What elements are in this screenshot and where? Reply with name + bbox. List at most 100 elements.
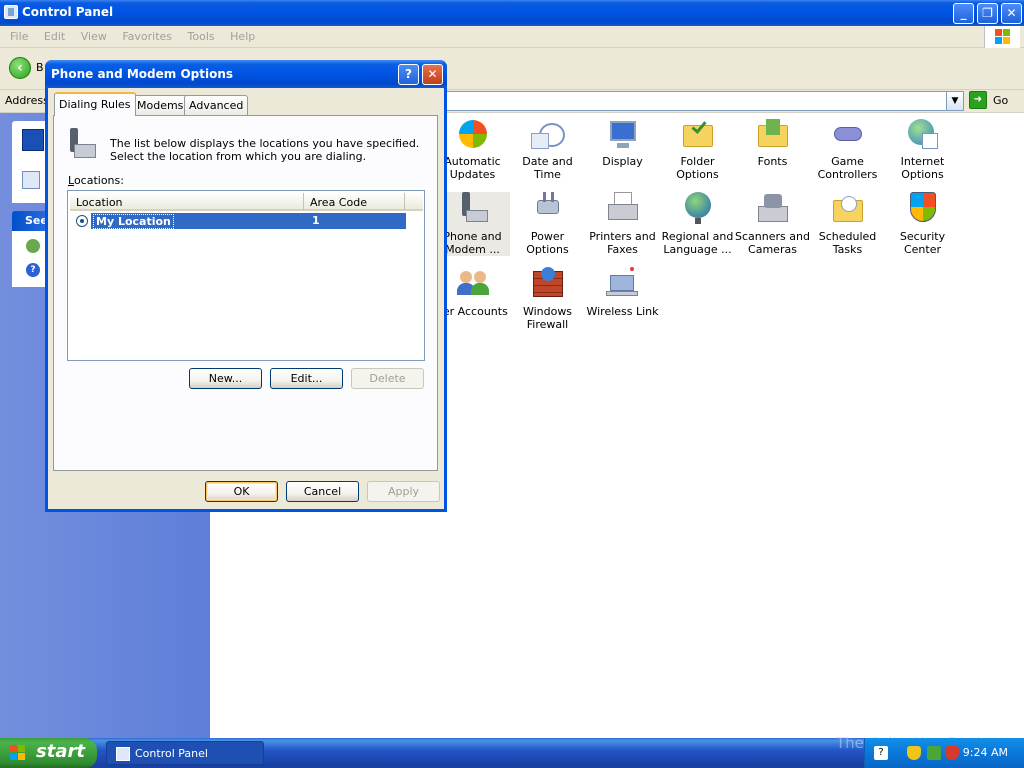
ok-button[interactable]: OK [205,481,278,502]
column-header-location[interactable]: Location [70,193,304,211]
fonts-icon [756,117,790,151]
item-fonts[interactable]: Fonts [735,117,810,168]
windows-flag-icon [10,745,26,761]
item-scheduled-tasks[interactable]: Scheduled Tasks [810,192,885,256]
item-windows-firewall[interactable]: Windows Firewall [510,267,585,331]
see-also-box: ? [12,231,48,287]
menu-bar: File Edit View Favorites Tools Help [0,26,1024,48]
internet-options-icon [906,117,940,151]
item-security-center[interactable]: Security Center [885,192,960,256]
item-game-controllers[interactable]: Game Controllers [810,117,885,181]
scheduled-tasks-icon [831,192,865,226]
display-icon [606,117,640,151]
help-support-icon[interactable]: ? [26,263,40,277]
windows-logo-icon [984,26,1020,48]
date-time-icon [530,117,565,151]
printers-faxes-icon [606,192,640,226]
locations-label-rest: ocations: [73,174,124,187]
control-panel-icon [4,5,18,19]
phone-modem-icon [456,192,490,226]
go-button[interactable]: Go [993,94,1008,107]
menu-favorites[interactable]: Favorites [116,27,178,46]
edit-button[interactable]: Edit... [270,368,343,389]
window-titlebar[interactable]: Control Panel _ ❐ ✕ [0,0,1024,26]
control-panel-box [12,121,48,203]
power-options-icon [531,192,565,226]
cancel-button[interactable]: Cancel [286,481,359,502]
column-header-filler [405,193,423,211]
dialog-titlebar[interactable]: Phone and Modem Options ? ✕ [45,60,447,88]
area-code-cell: 1 [312,214,320,227]
windows-firewall-icon [531,267,565,301]
menu-file[interactable]: File [4,27,34,46]
item-regional-and-language[interactable]: Regional and Language ... [660,192,735,256]
delete-button[interactable]: Delete [351,368,424,389]
tab-advanced[interactable]: Advanced [184,95,249,115]
locations-label: Locations: [68,174,124,187]
address-input[interactable] [446,91,948,111]
regional-language-icon [681,192,715,226]
address-dropdown-button[interactable]: ▼ [946,91,964,111]
security-center-icon [906,192,940,226]
restore-button[interactable]: ❐ [977,3,998,24]
table-row[interactable]: My Location 1 [70,213,406,229]
item-date-and-time[interactable]: Date and Time [510,117,585,181]
system-tray: ? 9:24 AM [864,738,1024,768]
control-panel-task-icon[interactable] [22,129,44,151]
dialog-title: Phone and Modem Options [51,67,234,81]
start-label: start [36,741,85,762]
taskbar-item-control-panel[interactable]: Control Panel [106,741,264,765]
minimize-button[interactable]: _ [953,3,974,24]
automatic-updates-icon [456,117,490,151]
wireless-link-icon [605,267,640,301]
help-tray-icon[interactable]: ? [874,746,888,760]
game-controllers-icon [831,117,865,151]
selected-row-highlight[interactable]: My Location 1 [91,213,406,229]
apply-button[interactable]: Apply [367,481,440,502]
close-window-button[interactable]: ✕ [1001,3,1022,24]
phone-icon [68,128,98,162]
clock[interactable]: 9:24 AM [963,746,1008,759]
menu-edit[interactable]: Edit [38,27,71,46]
locations-list[interactable]: Location Area Code My Location 1 [67,190,425,361]
taskbar-item-label: Control Panel [135,747,208,760]
item-printers-and-faxes[interactable]: Printers and Faxes [585,192,660,256]
address-label: Address [5,94,49,107]
column-header-area-code[interactable]: Area Code [304,193,405,211]
switch-view-icon[interactable] [22,171,40,189]
tab-modems[interactable]: Modems [132,95,189,115]
scanners-cameras-icon [756,192,790,226]
security-alert-tray-icon[interactable] [945,746,959,760]
security-shield-tray-icon[interactable] [907,746,921,760]
see-also-header[interactable]: See [12,211,48,231]
item-internet-options[interactable]: Internet Options [885,117,960,181]
folder-options-icon [681,117,715,151]
window-title: Control Panel [22,5,114,19]
back-button-label[interactable]: B [36,61,44,74]
item-folder-options[interactable]: Folder Options [660,117,735,181]
menu-help[interactable]: Help [224,27,261,46]
selected-location-radio-icon[interactable] [76,215,88,227]
go-arrow-icon[interactable]: ➜ [969,91,987,109]
item-wireless-link[interactable]: Wireless Link [585,267,660,318]
phone-modem-options-dialog: Phone and Modem Options ? ✕ Dialing Rule… [45,60,447,512]
menu-tools[interactable]: Tools [182,27,221,46]
start-button[interactable]: start [0,738,97,768]
network-tray-icon[interactable] [927,746,941,760]
dialing-rules-description: The list below displays the locations yo… [110,137,420,163]
item-display[interactable]: Display [585,117,660,168]
help-button[interactable]: ? [398,64,419,85]
user-accounts-icon [456,267,490,301]
windows-update-icon[interactable] [26,239,40,253]
back-arrow-icon[interactable]: ‹ [9,57,31,79]
menu-view[interactable]: View [75,27,113,46]
item-scanners-and-cameras[interactable]: Scanners and Cameras [735,192,810,256]
control-panel-task-icon [116,747,130,761]
dialing-rules-panel: The list below displays the locations yo… [53,115,438,471]
taskbar: start Control Panel The Collection Book … [0,734,1024,768]
location-cell: My Location [93,214,174,229]
item-power-options[interactable]: Power Options [510,192,585,256]
close-dialog-button[interactable]: ✕ [422,64,443,85]
new-button[interactable]: New... [189,368,262,389]
tab-dialing-rules[interactable]: Dialing Rules [54,92,136,116]
